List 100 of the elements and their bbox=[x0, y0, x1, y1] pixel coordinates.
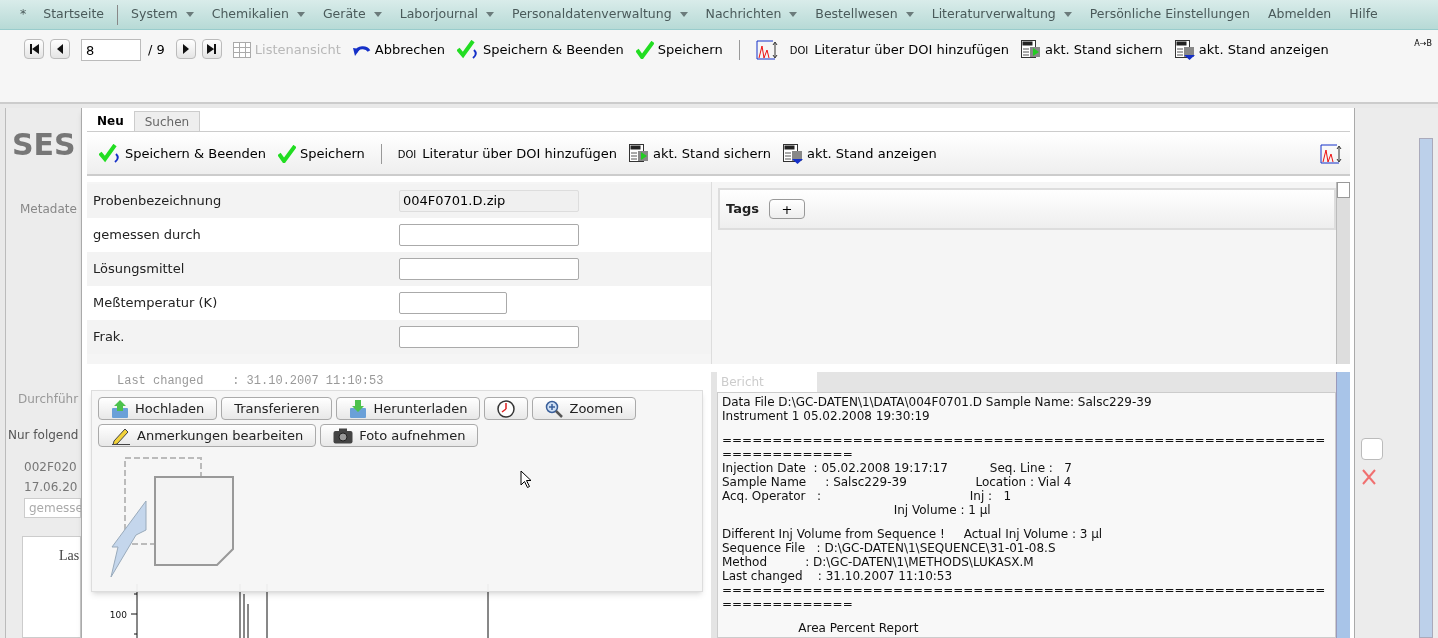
previous-page-button[interactable] bbox=[50, 39, 70, 59]
menu-item[interactable]: Nachrichten bbox=[696, 5, 807, 24]
report-line: Last changed : 31.10.2007 11:10:53 bbox=[722, 569, 954, 583]
pdf-download-icon bbox=[1174, 40, 1195, 60]
report-line: Injection Date : 05.02.2008 19:17:17 Seq. Line : 7 bbox=[722, 461, 1073, 475]
caret-icon bbox=[905, 12, 914, 17]
text-field[interactable]: 004F0701.D.zip bbox=[399, 190, 579, 212]
chromatogram-button[interactable] bbox=[755, 40, 778, 60]
panel-button[interactable]: Foto aufnehmen bbox=[320, 424, 479, 447]
entry-text: 17.06.20 bbox=[24, 479, 79, 496]
camera-icon bbox=[333, 427, 354, 444]
panel-button[interactable]: Anmerkungen bearbeiten bbox=[98, 424, 317, 447]
caret-icon bbox=[486, 12, 495, 17]
menu-item[interactable]: Personaldatenverwaltung bbox=[503, 5, 697, 24]
panel-button[interactable]: Herunterladen bbox=[336, 397, 481, 420]
field-label: gemessen durch bbox=[92, 226, 202, 245]
toolbar-button[interactable]: Speichern bbox=[635, 40, 723, 60]
report-line: Different Inj Volume from Sequence ! Actual Inj Volume : 3 µl bbox=[722, 527, 1104, 541]
scrollbar[interactable] bbox=[1336, 372, 1350, 638]
toolbar-button[interactable]: Abbrechen bbox=[352, 40, 445, 60]
menu-item[interactable]: * bbox=[12, 5, 35, 24]
add-tag-button[interactable]: + bbox=[769, 199, 805, 219]
pencil-icon bbox=[111, 426, 131, 445]
menu-item[interactable]: Startseite bbox=[34, 5, 114, 24]
tags-label: Tags bbox=[726, 200, 759, 219]
caret-icon bbox=[679, 12, 688, 17]
close-icon[interactable] bbox=[1361, 468, 1377, 486]
toolbar-button[interactable]: Speichern & Beenden bbox=[99, 144, 266, 164]
text-field[interactable] bbox=[399, 258, 579, 280]
toolbar-button[interactable]: Speichern & Beenden bbox=[456, 40, 624, 60]
history-button[interactable] bbox=[484, 397, 529, 420]
panel-button[interactable]: Zoomen bbox=[532, 397, 637, 420]
pdf-save-icon bbox=[629, 144, 649, 164]
grid-icon bbox=[232, 42, 251, 58]
next-page-button[interactable] bbox=[175, 39, 196, 59]
menu-item[interactable]: Geräte bbox=[313, 5, 391, 24]
panel-button[interactable]: Transferieren bbox=[221, 397, 333, 420]
caret-icon bbox=[373, 12, 382, 17]
toolbar-button[interactable]: akt. Stand sichern bbox=[629, 144, 771, 164]
menu-item[interactable]: Persönliche Einstellungen bbox=[1080, 5, 1259, 24]
caret-icon bbox=[296, 12, 305, 17]
text-field[interactable] bbox=[399, 292, 507, 314]
page-title: SES bbox=[12, 130, 77, 160]
menu-item[interactable]: Literaturverwaltung bbox=[922, 5, 1081, 24]
toolbar-button[interactable]: DOI Literatur über DOI hinzufügen bbox=[789, 40, 1009, 60]
page-input[interactable]: 8 bbox=[81, 39, 141, 61]
page-total: / 9 bbox=[148, 41, 165, 59]
check-icon bbox=[635, 41, 654, 59]
text-field[interactable] bbox=[399, 326, 579, 348]
mouse-cursor-icon bbox=[520, 470, 532, 488]
menu-item[interactable]: Chemikalien bbox=[202, 5, 314, 24]
toolbar-button[interactable]: akt. Stand anzeigen bbox=[782, 144, 937, 164]
menu-item[interactable]: Abmelden bbox=[1258, 5, 1341, 24]
chromatogram-icon bbox=[755, 40, 778, 60]
menu-item[interactable]: Bestellwesen bbox=[806, 5, 923, 24]
last-page-button[interactable] bbox=[201, 39, 222, 59]
report-line: ========================================================================= bbox=[722, 583, 1327, 611]
right-triangle-icon bbox=[204, 42, 219, 56]
caret-icon bbox=[1063, 12, 1072, 17]
report-line: Inj Volume : 1 µl bbox=[892, 503, 992, 517]
report-line: Sequence File : D:\GC-DATEN\1\SEQUENCE\31-01-08.S bbox=[722, 541, 1057, 555]
toolbar-button[interactable]: DOI Literatur über DOI hinzufügen bbox=[397, 144, 617, 164]
toolbar-button[interactable]: Speichern bbox=[277, 144, 365, 164]
folder-download-icon bbox=[349, 399, 368, 418]
field-label: Meßtemperatur (K) bbox=[92, 294, 219, 313]
first-page-button[interactable] bbox=[24, 39, 44, 59]
toolbar-button[interactable]: akt. Stand sichern bbox=[1020, 40, 1163, 60]
entry-text: 002F020 bbox=[24, 459, 78, 476]
menu-item[interactable]: System bbox=[122, 5, 203, 24]
pdf-download-icon bbox=[782, 144, 803, 164]
left-triangle-icon bbox=[27, 42, 41, 56]
report-line: Method : D:\GC-DATEN\1\METHODS\LUKASX.M bbox=[722, 555, 1035, 569]
caret-icon bbox=[185, 12, 194, 17]
scrollbar[interactable] bbox=[1336, 182, 1350, 364]
section-label: Metadate bbox=[20, 201, 78, 218]
report-line: Area Percent Report bbox=[797, 621, 920, 635]
field-label: Frak. bbox=[92, 328, 126, 347]
faint-text: Last changed : 31.10.2007 11:10:53 bbox=[117, 373, 384, 390]
tab[interactable]: Suchen bbox=[133, 111, 201, 131]
check-icon bbox=[277, 145, 296, 163]
caret-icon bbox=[789, 12, 798, 17]
panel-button[interactable]: Hochladen bbox=[98, 397, 218, 420]
toolbar-button[interactable]: akt. Stand anzeigen bbox=[1174, 40, 1329, 60]
chromatogram-icon bbox=[1320, 144, 1342, 164]
magnifier-icon bbox=[545, 399, 564, 418]
side-button[interactable] bbox=[1361, 438, 1383, 460]
report-line: Sample Name : Salsc229-39 Location : Vial 4 bbox=[722, 475, 1073, 489]
chart-title: Las bbox=[59, 548, 80, 563]
text-field[interactable] bbox=[399, 224, 579, 246]
menu-item[interactable]: Laborjournal bbox=[390, 5, 504, 24]
axis-tick-label: 100 bbox=[109, 610, 127, 620]
menu-item[interactable]: Hilfe bbox=[1340, 5, 1387, 24]
undo-arrow-icon bbox=[352, 43, 371, 57]
translate-label[interactable]: A→B bbox=[1414, 38, 1432, 50]
field-label: Probenbezeichnung bbox=[92, 192, 223, 211]
folder-upload-icon bbox=[111, 399, 129, 418]
page-scrollbar[interactable] bbox=[1419, 138, 1433, 638]
field-label: Lösungsmittel bbox=[92, 260, 186, 279]
clock-icon bbox=[497, 399, 516, 418]
tab-label: Durchführ bbox=[18, 391, 80, 408]
